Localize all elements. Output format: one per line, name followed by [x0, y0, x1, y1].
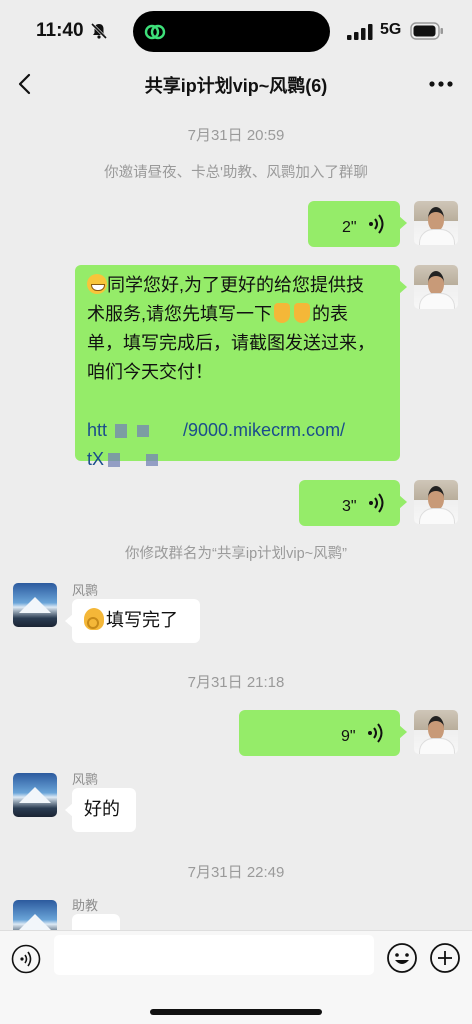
- grinning-emoji-icon: [87, 274, 107, 294]
- chat-screen: 11:40 5G 共享ip计划vip~风鹮(6) 7月31日 20:59 你邀请…: [0, 0, 472, 1024]
- pointing-down-emoji-icon: [294, 303, 310, 323]
- home-indicator: [150, 1009, 322, 1015]
- timestamp: 7月31日 20:59: [187, 127, 285, 144]
- voice-message[interactable]: 9": [239, 710, 407, 756]
- self-avatar[interactable]: [414, 265, 458, 309]
- self-avatar[interactable]: [414, 201, 458, 245]
- voice-message[interactable]: 2": [308, 201, 407, 247]
- voice-wave-icon: [369, 214, 384, 234]
- ok-hand-emoji-icon: [84, 608, 104, 630]
- voice-wave-icon: [369, 493, 384, 513]
- voice-message[interactable]: 3": [299, 480, 407, 526]
- text-message[interactable]: [65, 914, 120, 930]
- plus-icon[interactable]: [429, 942, 461, 974]
- voice-toggle-icon[interactable]: [11, 944, 41, 974]
- status-time: 11:40: [36, 20, 84, 41]
- peer-avatar[interactable]: [13, 900, 57, 930]
- system-message-invite: 你邀请昼夜、卡总'助教、风鹮加入了群聊: [104, 165, 368, 181]
- dynamic-island: [133, 11, 330, 52]
- redaction-block: [108, 453, 121, 468]
- bell-slash-icon: [90, 22, 108, 40]
- text-message[interactable]: 好的: [65, 788, 136, 832]
- redaction-block: [115, 424, 128, 439]
- wechat-link-icon: [144, 24, 166, 40]
- peer-avatar[interactable]: [13, 773, 57, 817]
- message-input[interactable]: [54, 935, 374, 975]
- signal-icon: [347, 24, 373, 40]
- timestamp: 7月31日 22:49: [187, 864, 285, 881]
- redaction-block: [137, 425, 150, 438]
- voice-wave-icon: [368, 723, 383, 743]
- battery-icon: [410, 22, 443, 40]
- pointing-down-emoji-icon: [274, 303, 290, 323]
- form-link[interactable]: htt/9000.mikecrm.com/tX: [87, 420, 345, 469]
- redaction-block: [146, 454, 159, 467]
- self-avatar[interactable]: [414, 710, 458, 754]
- timestamp: 7月31日 21:18: [187, 674, 285, 691]
- system-message-rename: 你修改群名为“共享ip计划vip~风鹮”: [125, 546, 347, 562]
- network-type: 5G: [380, 21, 402, 38]
- voice-duration: 9": [341, 728, 356, 745]
- message-text: 填写完了: [72, 599, 200, 642]
- message-text: 好的: [84, 799, 120, 819]
- chat-title: 共享ip计划vip~风鹮(6): [144, 76, 328, 96]
- peer-avatar[interactable]: [13, 583, 57, 627]
- status-bar: 11:40 5G: [0, 0, 472, 62]
- sender-name: 风鹮: [72, 772, 99, 787]
- input-bar: [0, 930, 472, 1024]
- message-list[interactable]: 7月31日 20:59 你邀请昼夜、卡总'助教、风鹮加入了群聊 2" 同学您好,…: [0, 106, 472, 930]
- more-dots-icon[interactable]: [428, 72, 454, 96]
- emoji-icon[interactable]: [386, 942, 418, 974]
- voice-duration: 3": [342, 498, 357, 515]
- text-message[interactable]: 同学您好,为了更好的给您提供技 术服务,请您先填写一下 的表 单，填写完成后，请截…: [75, 265, 407, 469]
- nav-bar: 共享ip计划vip~风鹮(6): [0, 62, 472, 106]
- sender-name: 助教: [72, 898, 99, 913]
- text-message[interactable]: 填写完了: [65, 599, 200, 643]
- sender-name: 风鹮: [72, 583, 99, 598]
- voice-duration: 2": [342, 219, 357, 236]
- self-avatar[interactable]: [414, 480, 458, 524]
- message-text: 同学您好,为了更好的给您提供技 术服务,请您先填写一下 的表 单，填写完成后，请截…: [87, 274, 375, 469]
